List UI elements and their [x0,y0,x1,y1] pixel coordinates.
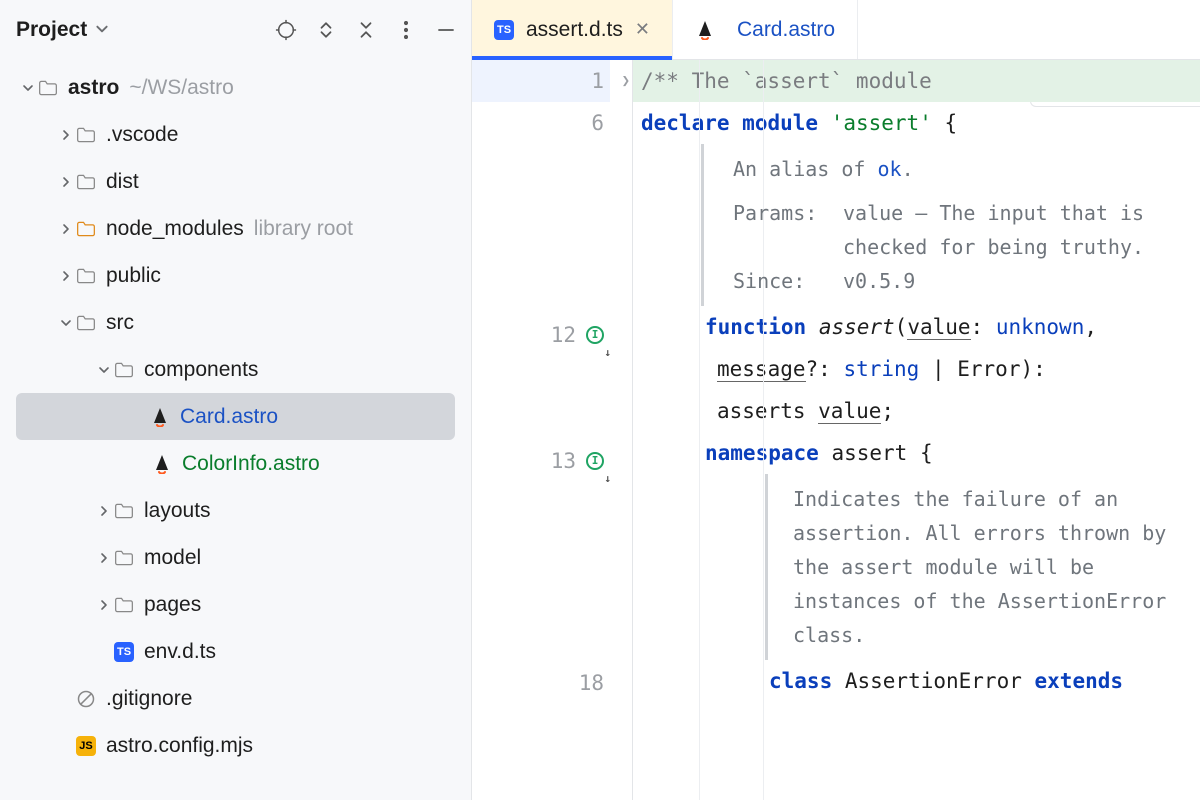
tab-assert[interactable]: TS assert.d.ts ✕ [472,0,673,59]
tree-item-label: dist [106,170,139,194]
folder-icon [114,548,134,568]
collapse-icon[interactable] [355,19,377,41]
tree-item[interactable]: .vscode [0,111,471,158]
tree-item-label: src [106,311,134,335]
tree-root-name: astro [68,76,119,100]
code-text: /** The `assert` module [641,69,932,93]
chevron-right-icon[interactable] [94,505,114,517]
folder-icon [76,313,96,333]
tree-item-hint: library root [254,217,353,241]
sidebar-title[interactable]: Project [16,18,109,42]
folder-icon [76,266,96,286]
tree-item-label: pages [144,593,201,617]
chevron-down-icon[interactable] [94,364,114,376]
tree-item[interactable]: src [0,299,471,346]
tree-item-label: node_modules [106,217,244,241]
chevron-right-icon[interactable] [56,129,76,141]
tab-card[interactable]: Card.astro [673,0,858,59]
ts-icon: TS [494,20,514,40]
tree-root[interactable]: astro ~/WS/astro [0,64,471,111]
tree-item[interactable]: public [0,252,471,299]
sidebar-header: Project [0,0,471,60]
gutter: 1 ❯ 6 12 I 13 I 18 [472,60,632,800]
chevron-right-icon[interactable] [56,176,76,188]
line-number: 1 [591,60,604,102]
tree-item-label: env.d.ts [144,640,216,664]
fold-icon[interactable]: ❯ [622,60,630,102]
code-content[interactable]: /** The `assert` module declare module '… [632,60,1200,800]
tree-item[interactable]: JS astro.config.mjs [0,722,471,769]
doc-block: An alias of ok. Params:value – The input… [633,144,1200,306]
implements-icon[interactable]: I [586,326,604,344]
tree-item[interactable]: TS env.d.ts [0,628,471,675]
tree-item-label: public [106,264,161,288]
tree-item[interactable]: .gitignore [0,675,471,722]
sidebar-actions [275,19,457,41]
chevron-down-icon [95,18,109,42]
tree-item-label: layouts [144,499,211,523]
folder-icon [76,125,96,145]
tree-item[interactable]: components [0,346,471,393]
line-number: 12 [551,314,576,356]
tree-item-label: ColorInfo.astro [182,452,320,476]
folder-icon [114,595,134,615]
tree-item[interactable]: model [0,534,471,581]
line-number: 18 [579,662,604,704]
folder-icon [114,501,134,521]
tab-label: Card.astro [737,18,835,42]
editor-pane: TS assert.d.ts ✕ Card.astro Reader Mode … [472,0,1200,800]
tab-bar: TS assert.d.ts ✕ Card.astro [472,0,1200,60]
tree-item-label: astro.config.mjs [106,734,253,758]
folder-icon [114,360,134,380]
implements-icon[interactable]: I [586,452,604,470]
tree-item[interactable]: ColorInfo.astro [0,440,471,487]
doc-link[interactable]: ok [878,157,902,181]
tree-item[interactable]: dist [0,158,471,205]
minimize-icon[interactable] [435,19,457,41]
project-sidebar: Project astro ~/WS/astro .vscoded [0,0,472,800]
chevron-right-icon[interactable] [94,552,114,564]
line-number: 13 [551,440,576,482]
ban-icon [76,689,96,709]
chevron-right-icon[interactable] [56,223,76,235]
astro-icon [152,454,172,474]
code-editor[interactable]: 1 ❯ 6 12 I 13 I 18 /** The `assert` module … [472,60,1200,800]
chevron-down-icon[interactable] [56,317,76,329]
folder-icon [76,172,96,192]
doc-block: Indicates the failure of an assertion. A… [633,474,1200,660]
expand-icon[interactable] [315,19,337,41]
chevron-down-icon[interactable] [18,82,38,94]
astro-icon [695,20,715,40]
chevron-right-icon[interactable] [94,599,114,611]
close-icon[interactable]: ✕ [635,19,650,40]
tree-root-path: ~/WS/astro [129,76,233,100]
astro-icon [150,407,170,427]
tree-item[interactable]: pages [0,581,471,628]
tab-label: assert.d.ts [526,18,623,42]
chevron-right-icon[interactable] [56,270,76,282]
sidebar-title-label: Project [16,18,87,42]
js-icon: JS [76,736,96,756]
tree-item-label: .gitignore [106,687,192,711]
project-tree[interactable]: astro ~/WS/astro .vscode dist node_modules… [0,60,471,800]
tree-item[interactable]: layouts [0,487,471,534]
more-icon[interactable] [395,19,417,41]
tree-item-label: model [144,546,201,570]
folder-icon [76,219,96,239]
tree-item[interactable]: node_modules library root [0,205,471,252]
tree-item-label: .vscode [106,123,178,147]
tree-item-label: Card.astro [180,405,278,429]
tree-item[interactable]: Card.astro [16,393,455,440]
line-number: 6 [591,102,604,144]
folder-icon [38,78,58,98]
tree-item-label: components [144,358,258,382]
ts-icon: TS [114,642,134,662]
target-icon[interactable] [275,19,297,41]
